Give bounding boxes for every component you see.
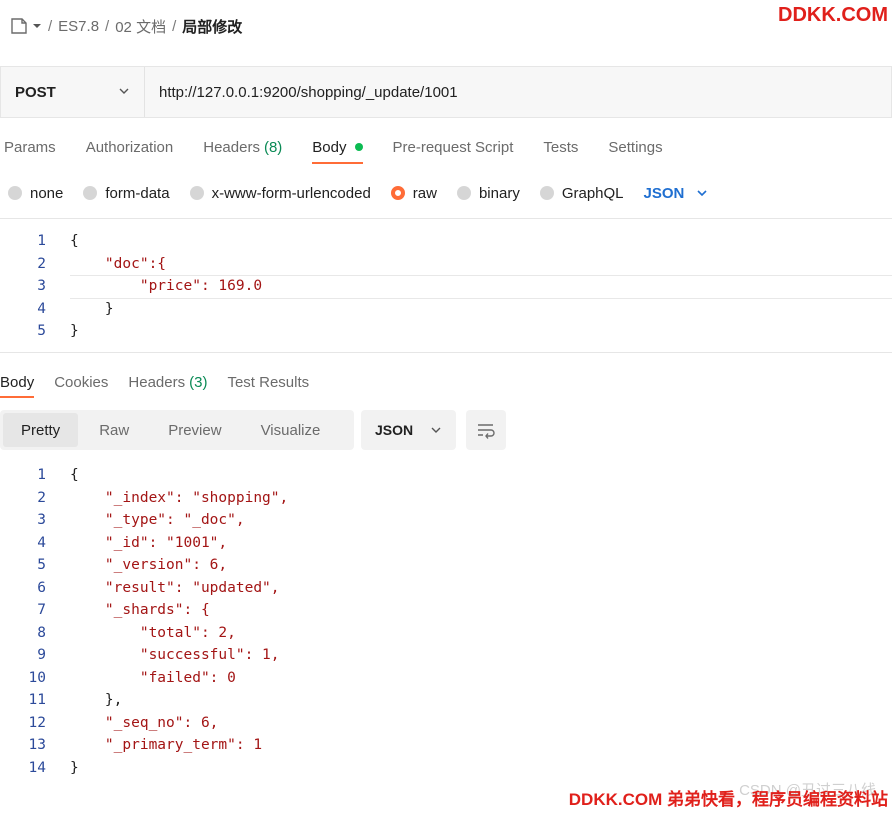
- request-body-editor[interactable]: 1 2 3 4 5 { "doc":{ "price": 169.0 } }: [0, 230, 892, 342]
- radio-graphql[interactable]: GraphQL: [539, 185, 624, 202]
- body-type-options: none form-data x-www-form-urlencoded raw…: [8, 180, 708, 206]
- response-tab-headers[interactable]: Headers (3): [128, 368, 207, 396]
- response-format-select[interactable]: JSON: [361, 410, 456, 450]
- radio-none[interactable]: none: [8, 185, 63, 202]
- code-line: "price": 169.0: [70, 278, 263, 294]
- line-number: 9: [37, 647, 46, 663]
- breadcrumb-item-folder[interactable]: 02 文档: [115, 16, 166, 37]
- response-view-bar: Pretty Raw Preview Visualize: [0, 410, 354, 450]
- line-number: 4: [37, 300, 46, 317]
- headers-count: (8): [263, 138, 283, 156]
- tab-body[interactable]: Body: [312, 132, 363, 164]
- line-number: 8: [37, 624, 46, 641]
- radio-raw[interactable]: raw: [390, 185, 437, 202]
- response-body-viewer[interactable]: 1 {2 "_index": "shopping", 3 "_type": "_do…: [0, 464, 892, 782]
- code-line: }: [70, 759, 79, 776]
- radio-binary[interactable]: binary: [456, 185, 520, 202]
- divider: [0, 218, 892, 219]
- radio-selected-icon: [390, 186, 405, 200]
- code-line: "_id": "1001",: [70, 534, 228, 551]
- request-bar: POST http://127.0.0.1:9200/shopping/_upd…: [0, 66, 892, 118]
- breadcrumb-separator: /: [172, 17, 177, 35]
- url-input[interactable]: http://127.0.0.1:9200/shopping/_update/1…: [145, 67, 458, 117]
- code-line: "failed": 0: [70, 669, 236, 686]
- raw-format-select[interactable]: JSON: [644, 185, 709, 202]
- chevron-down-icon: [696, 187, 708, 199]
- code-line: {: [70, 467, 79, 483]
- line-number: 11: [28, 692, 46, 708]
- breadcrumb-current-request[interactable]: 局部修改: [182, 16, 242, 37]
- chevron-down-icon: [118, 84, 130, 101]
- line-number: 2: [37, 255, 46, 272]
- radio-urlencoded[interactable]: x-www-form-urlencoded: [189, 185, 371, 202]
- view-preview-button[interactable]: Preview: [150, 413, 239, 447]
- code-line: "successful": 1,: [70, 647, 280, 663]
- tab-settings[interactable]: Settings: [608, 132, 662, 162]
- method-select[interactable]: POST: [1, 67, 145, 117]
- code-line: "result": "updated",: [70, 579, 280, 596]
- wrap-lines-button[interactable]: [466, 410, 506, 450]
- line-number: 3: [37, 512, 46, 528]
- code-line: }: [70, 300, 114, 317]
- code-line: "_type": "_doc",: [70, 512, 245, 528]
- radio-circle-icon: [189, 186, 204, 200]
- line-number: 4: [37, 534, 46, 551]
- code-line: {: [70, 233, 79, 249]
- radio-circle-icon: [8, 186, 22, 200]
- code-line: "_primary_term": 1: [70, 737, 263, 753]
- view-mode-group: Pretty Raw Preview Visualize: [0, 410, 354, 450]
- view-pretty-button[interactable]: Pretty: [3, 413, 79, 447]
- breadcrumb: / ES7.8 / 02 文档 / 局部修改: [10, 14, 242, 38]
- watermark-bottom: DDKK.COM 弟弟快看，程序员编程资料站: [568, 790, 888, 809]
- watermark-top: DDKK.COM: [778, 4, 888, 26]
- view-visualize-button[interactable]: Visualize: [243, 413, 339, 447]
- view-raw-button[interactable]: Raw: [81, 413, 147, 447]
- line-number: 14: [28, 759, 46, 776]
- response-headers-count: (3): [189, 373, 208, 391]
- line-number: 13: [28, 737, 46, 753]
- line-number: 2: [37, 489, 46, 506]
- tab-authorization[interactable]: Authorization: [86, 132, 174, 162]
- code-line: "_seq_no": 6,: [70, 714, 219, 731]
- line-number: 5: [37, 323, 46, 339]
- code-line: }: [70, 323, 79, 339]
- tab-prerequest-script[interactable]: Pre-request Script: [393, 132, 514, 162]
- response-tab-body[interactable]: Body: [0, 368, 35, 398]
- collection-icon[interactable]: [10, 17, 28, 35]
- line-number: 10: [28, 669, 46, 686]
- response-tab-cookies[interactable]: Cookies: [54, 368, 108, 396]
- request-tabs: Params Authorization Headers (8) Body Pre…: [4, 132, 693, 164]
- radio-circle-icon: [83, 186, 98, 200]
- body-indicator-dot: [354, 143, 363, 151]
- code-line: "_version": 6,: [70, 557, 228, 573]
- line-number: 3: [37, 278, 46, 294]
- tab-params[interactable]: Params: [4, 132, 56, 162]
- breadcrumb-separator: /: [48, 17, 53, 35]
- response-tabs: Body Cookies Headers (3) Test Results: [0, 368, 329, 398]
- method-label: POST: [15, 83, 56, 101]
- tab-tests[interactable]: Tests: [543, 132, 578, 162]
- response-tab-test-results[interactable]: Test Results: [227, 368, 309, 396]
- code-line: "doc":{: [70, 255, 167, 272]
- line-number: 7: [37, 602, 46, 618]
- line-number: 12: [28, 714, 46, 731]
- chevron-down-icon[interactable]: [32, 18, 42, 35]
- chevron-down-icon: [430, 424, 442, 436]
- line-number: 6: [37, 579, 46, 596]
- divider: [0, 352, 892, 353]
- wrap-text-icon: [476, 421, 496, 439]
- code-line: },: [70, 692, 123, 708]
- code-line: "_shards": {: [70, 602, 210, 618]
- radio-circle-icon: [539, 186, 554, 200]
- breadcrumb-separator: /: [105, 17, 110, 35]
- code-line: "total": 2,: [70, 624, 236, 641]
- line-number: 1: [37, 233, 46, 249]
- radio-circle-icon: [456, 186, 471, 200]
- code-line: "_index": "shopping",: [70, 489, 289, 506]
- radio-form-data[interactable]: form-data: [83, 185, 170, 202]
- breadcrumb-item-collection[interactable]: ES7.8: [58, 18, 99, 35]
- line-number: 5: [37, 557, 46, 573]
- tab-headers[interactable]: Headers (8): [203, 132, 282, 162]
- line-number: 1: [37, 467, 46, 483]
